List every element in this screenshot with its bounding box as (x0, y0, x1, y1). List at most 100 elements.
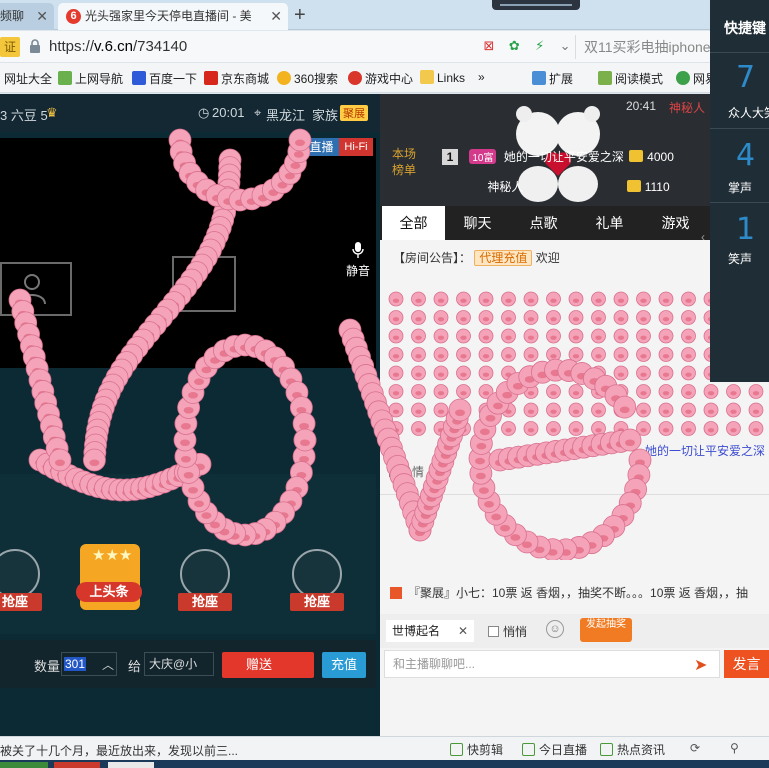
lightning-icon[interactable]: ⚡ (531, 37, 549, 55)
shortcut-panel: 快捷键 7 众人大笑 4 掌声 1 笑声 (710, 94, 769, 382)
shortcut-title: 快捷键 (724, 20, 766, 36)
close-icon[interactable]: ✕ (36, 3, 48, 30)
pig-emoji (636, 402, 651, 418)
rank-user: 神秘人 (487, 180, 524, 194)
baidu-icon (132, 71, 146, 85)
pig-emoji (433, 421, 449, 436)
whisper-checkbox[interactable]: 悄悄 (488, 623, 527, 640)
refresh-icon[interactable]: ⟳ (690, 741, 700, 755)
rank-row[interactable]: 1 10富 她的一切让平安爱之深 4000 (442, 148, 674, 170)
grab-seat-1[interactable]: 抢座 (0, 549, 50, 621)
agent-recharge-badge[interactable]: 代理充值 (474, 250, 533, 266)
speed-icon[interactable]: ✿ (505, 37, 523, 55)
tab-all[interactable]: 全部 (382, 206, 445, 240)
quantity-select[interactable]: 301 ︿ (61, 652, 117, 676)
recharge-button[interactable]: 充值 (322, 652, 366, 678)
tab-games[interactable]: 游戏 (644, 206, 707, 240)
close-icon[interactable]: ✕ (458, 620, 468, 642)
taskbar-item[interactable] (54, 762, 100, 768)
chevron-up-icon: ︿ (101, 658, 114, 672)
bookmark-item[interactable]: 阅读模式 (598, 70, 663, 87)
hot-news[interactable]: 热点资讯 (600, 741, 665, 758)
pig-emoji (613, 291, 629, 307)
chat-user-name[interactable]: 她的一切让平安爱之深 (645, 442, 765, 459)
bookmark-item[interactable]: 网址大全 (4, 70, 52, 87)
pig-emoji (636, 291, 651, 307)
folder-icon (420, 70, 434, 84)
pig-emoji (411, 365, 426, 381)
bookmark-item[interactable]: 百度一下 (132, 70, 197, 87)
pig-emoji (591, 310, 606, 325)
bookmark-item[interactable]: Links (420, 70, 465, 85)
bookmark-item[interactable]: 扩展 (532, 70, 573, 87)
status-news[interactable]: 被关了十几个月，最近放出来，发现以前三... (0, 742, 238, 759)
family-badge[interactable]: 聚展 (340, 105, 368, 121)
video-player[interactable]: 直播 Hi-Fi 静音 (0, 138, 376, 368)
tab-gifts[interactable]: 礼单 (578, 206, 641, 240)
taskbar-item[interactable] (108, 762, 154, 768)
pin-icon[interactable]: ⚲ (730, 741, 739, 755)
game-icon (348, 71, 362, 85)
topic-chip[interactable]: 世博起名 ✕ (386, 620, 474, 642)
bookmark-more[interactable]: » (478, 70, 485, 84)
recipient-select[interactable]: 大庆@小 (144, 652, 214, 676)
pig-emoji (681, 402, 696, 418)
checkbox[interactable] (488, 626, 499, 637)
chevron-down-icon[interactable]: ⌄ (556, 37, 574, 55)
new-tab-button[interactable]: + (294, 2, 306, 28)
mystery-user[interactable]: 神秘人 (669, 99, 705, 116)
rank-title[interactable]: 本场榜单 (392, 146, 426, 178)
divider (710, 202, 769, 203)
send-icon[interactable]: ➤ (694, 655, 707, 675)
tab-chat[interactable]: 聊天 (446, 206, 509, 240)
certificate-button[interactable]: 证 (0, 37, 20, 57)
url-host: v.6.cn (94, 38, 133, 55)
rank-row[interactable]: 神秘人 1110 (442, 178, 670, 200)
headline-label: 上头条 (76, 582, 142, 602)
post-button[interactable]: 发言 (724, 650, 769, 678)
send-gift-button[interactable]: 赠送 (222, 652, 314, 678)
avatar (292, 549, 342, 599)
bookmark-item[interactable]: 360搜索 (277, 70, 338, 87)
grab-seat-2[interactable]: 抢座 (170, 549, 240, 621)
grab-seat-3[interactable]: 抢座 (282, 549, 352, 621)
taskbar-item[interactable] (0, 762, 48, 768)
shortcut-key[interactable]: 1 (736, 212, 755, 247)
pig-emoji (636, 328, 651, 344)
rank-user: 她的一切让平安爱之深 (503, 150, 624, 164)
pig-emoji (478, 402, 494, 418)
smile-icon[interactable]: ☺ (546, 620, 564, 638)
pig-emoji (726, 384, 741, 399)
bookmark-item[interactable]: 上网导航 (58, 70, 123, 87)
pig-emoji (568, 384, 584, 399)
tab-song[interactable]: 点歌 (512, 206, 575, 240)
start-lottery-button[interactable]: 发起抽奖 (580, 618, 632, 642)
pig-emoji (658, 291, 674, 307)
user-placeholder-icon (18, 274, 46, 305)
tab-live-room[interactable]: 6 光头强家里今天停电直播间 - 美 ✕ (58, 3, 288, 30)
pig-emoji (478, 384, 494, 399)
pig-emoji (546, 328, 561, 344)
quick-edit[interactable]: 快剪辑 (450, 741, 503, 758)
pig-emoji (613, 402, 629, 418)
blocked-popup-icon[interactable]: ⊠ (480, 37, 498, 55)
drag-handle[interactable] (492, 0, 580, 10)
bookmark-item[interactable]: 游戏中心 (348, 70, 413, 87)
hao-icon (58, 71, 72, 85)
reader-icon (598, 71, 612, 85)
pig-emoji (478, 421, 494, 436)
shortcut-key[interactable]: 7 (736, 60, 755, 95)
chat-input[interactable]: 和主播聊聊吧... (384, 650, 720, 678)
pig-emoji (681, 291, 696, 307)
bookmark-item[interactable]: 京东商城 (204, 70, 269, 87)
shortcut-key[interactable]: 4 (736, 138, 755, 173)
pig-emoji (411, 291, 426, 307)
close-icon[interactable]: ✕ (270, 3, 282, 30)
mute-button[interactable]: 静音 (340, 241, 376, 281)
hifi-badge[interactable]: Hi-Fi (339, 138, 373, 156)
tab-chat[interactable]: 频聊 ✕ (0, 3, 54, 30)
pig-emoji (456, 384, 471, 399)
today-live[interactable]: 今日直播 (522, 741, 587, 758)
pig-emoji (591, 291, 606, 307)
url-field[interactable]: https://v.6.cn/734140 (49, 38, 187, 55)
